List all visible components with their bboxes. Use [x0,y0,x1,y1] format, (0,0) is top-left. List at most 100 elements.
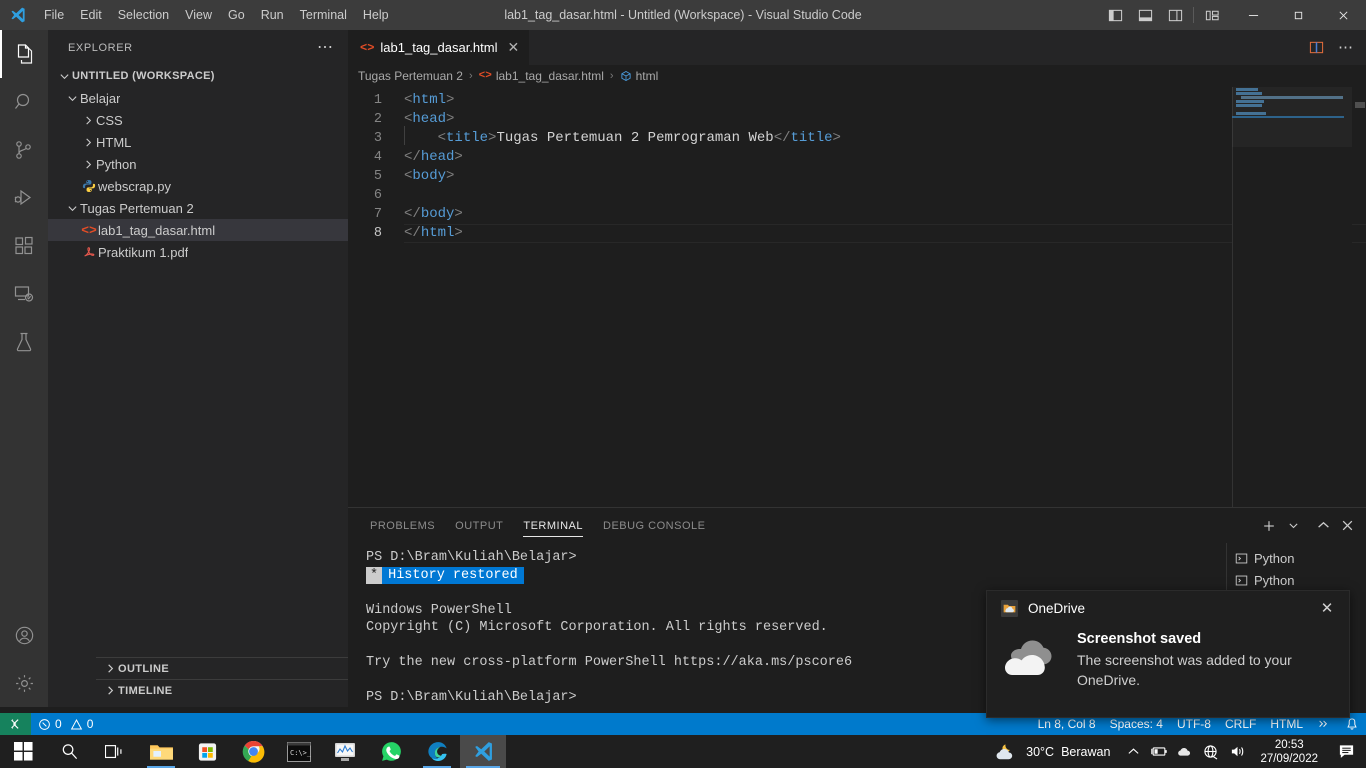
panel-tab-output[interactable]: OUTPUT [445,508,513,543]
line-number: 6 [373,188,382,203]
activity-testing[interactable] [0,318,48,366]
scrollbar-thumb[interactable] [1355,102,1365,108]
activity-explorer[interactable] [0,30,48,78]
menu-file[interactable]: File [36,0,72,30]
menu-edit[interactable]: Edit [72,0,110,30]
status-remote-window[interactable] [0,713,31,735]
taskbar-visual-studio-code-icon[interactable] [460,735,506,768]
terminal-tab-python-2[interactable]: Python [1227,569,1366,591]
close-button[interactable] [1321,0,1366,30]
maximize-button[interactable] [1276,0,1321,30]
taskbar-weather-widget[interactable]: 30°C Berawan [986,742,1118,762]
breadcrumb-file[interactable]: <> lab1_tag_dasar.html [479,69,604,83]
error-count: 0 [55,717,62,731]
code-line: 6 [348,186,1366,205]
show-hidden-icons-chevron-up-icon[interactable] [1122,735,1144,768]
menu-run[interactable]: Run [253,0,292,30]
tree-item-tugas-pertemuan-2[interactable]: Tugas Pertemuan 2 [48,197,348,219]
activity-accounts[interactable] [0,611,48,659]
layout-controls [1100,0,1227,30]
vscode-logo-icon [0,0,36,30]
tree-item-lab1-tag-dasar-html[interactable]: <> lab1_tag_dasar.html [48,219,348,241]
network-offline-icon[interactable] [1200,735,1222,768]
sidebar-section-label: TIMELINE [118,684,173,697]
maximize-panel-icon[interactable] [1312,512,1334,540]
taskbar-whatsapp-icon[interactable] [368,735,414,768]
close-panel-icon[interactable] [1336,512,1358,540]
battery-icon[interactable] [1148,735,1170,768]
notification-center-icon[interactable] [1330,735,1362,768]
tree-item-python[interactable]: Python [48,153,348,175]
taskbar-search-icon[interactable] [46,735,92,768]
tree-item-workspace[interactable]: UNTITLED (WORKSPACE) [48,65,348,87]
taskbar-start-button[interactable] [0,735,46,768]
chevron-down-icon [64,93,80,104]
minimap[interactable] [1232,87,1352,529]
terminal-tab-python-1[interactable]: Python [1227,547,1366,569]
breadcrumb-symbol[interactable]: html [620,69,658,83]
onedrive-notification: OneDrive ✕ Screenshot saved The screensh… [986,590,1350,718]
taskbar-task-view-icon[interactable] [92,735,138,768]
panel-tab-terminal[interactable]: TERMINAL [513,508,593,543]
toggle-primary-sidebar-icon[interactable] [1100,0,1130,30]
taskbar-microsoft-edge-icon[interactable] [414,735,460,768]
notification-close-icon[interactable]: ✕ [1315,596,1339,620]
menu-view[interactable]: View [177,0,220,30]
activity-search[interactable] [0,78,48,126]
menu-go[interactable]: Go [220,0,253,30]
taskbar-file-explorer-icon[interactable] [138,735,184,768]
tree-item-label: Praktikum 1.pdf [98,244,189,260]
breadcrumb-folder[interactable]: Tugas Pertemuan 2 [358,69,463,83]
editor-more-actions-icon[interactable]: ⋯ [1332,34,1360,62]
terminal-dropdown-icon[interactable] [1282,512,1304,540]
breadcrumb-label: lab1_tag_dasar.html [495,69,604,83]
chevron-down-icon [64,203,80,214]
status-problems[interactable]: 0 0 [31,713,100,735]
activity-remote-explorer[interactable] [0,270,48,318]
editor-scrollbar[interactable] [1352,87,1366,529]
chevron-right-icon [102,685,118,696]
taskbar-command-prompt-icon[interactable]: C:\>_ [276,735,322,768]
tree-item-html[interactable]: HTML [48,131,348,153]
sidebar-section-label: OUTLINE [118,662,170,675]
sidebar-header: EXPLORER ⋯ [48,30,348,65]
tab-lab1-tag-dasar-html[interactable]: <> lab1_tag_dasar.html ✕ [348,30,531,65]
taskbar-google-chrome-icon[interactable] [230,735,276,768]
code-line-current: 8 </html> [348,224,1366,243]
volume-icon[interactable] [1226,735,1248,768]
toggle-secondary-sidebar-icon[interactable] [1160,0,1190,30]
activity-source-control[interactable] [0,126,48,174]
customize-layout-icon[interactable] [1197,0,1227,30]
warning-icon [70,718,83,731]
tree-item-css[interactable]: CSS [48,109,348,131]
activity-run-and-debug[interactable] [0,174,48,222]
tree-item-webscrap-py[interactable]: webscrap.py [48,175,348,197]
toggle-panel-icon[interactable] [1130,0,1160,30]
taskbar-task-manager-icon[interactable] [322,735,368,768]
menu-selection[interactable]: Selection [110,0,177,30]
code-line: 2 <head> [348,110,1366,129]
tree-item-label: Tugas Pertemuan 2 [80,200,194,216]
sidebar-more-actions-icon[interactable]: ⋯ [317,39,334,55]
code-content: 1 <html> 2 <head> 3 <title>Tugas Pertemu… [348,87,1366,243]
menu-terminal[interactable]: Terminal [292,0,355,30]
panel-tab-debug-console[interactable]: DEBUG CONSOLE [593,508,715,543]
activity-manage-gear-icon[interactable] [0,659,48,707]
taskbar-microsoft-store-icon[interactable] [184,735,230,768]
tree-item-praktikum-1-pdf[interactable]: Praktikum 1.pdf [48,241,348,263]
onedrive-icon[interactable] [1174,735,1196,768]
new-terminal-icon[interactable] [1258,512,1280,540]
code-editor[interactable]: 1 <html> 2 <head> 3 <title>Tugas Pertemu… [348,87,1366,529]
activity-extensions[interactable] [0,222,48,270]
taskbar-clock[interactable]: 20:53 27/09/2022 [1252,735,1326,768]
tree-item-belajar[interactable]: Belajar [48,87,348,109]
notification-message: The screenshot was added to your OneDriv… [1077,652,1292,688]
panel-tab-problems[interactable]: PROBLEMS [360,508,445,543]
menu-help[interactable]: Help [355,0,397,30]
split-editor-icon[interactable] [1302,34,1330,62]
menu-bar: File Edit Selection View Go Run Terminal… [36,0,397,30]
minimize-button[interactable] [1231,0,1276,30]
terminal-tab-label: Python [1254,572,1295,588]
tab-close-icon[interactable]: ✕ [508,39,520,56]
html-file-icon: <> [478,70,492,82]
